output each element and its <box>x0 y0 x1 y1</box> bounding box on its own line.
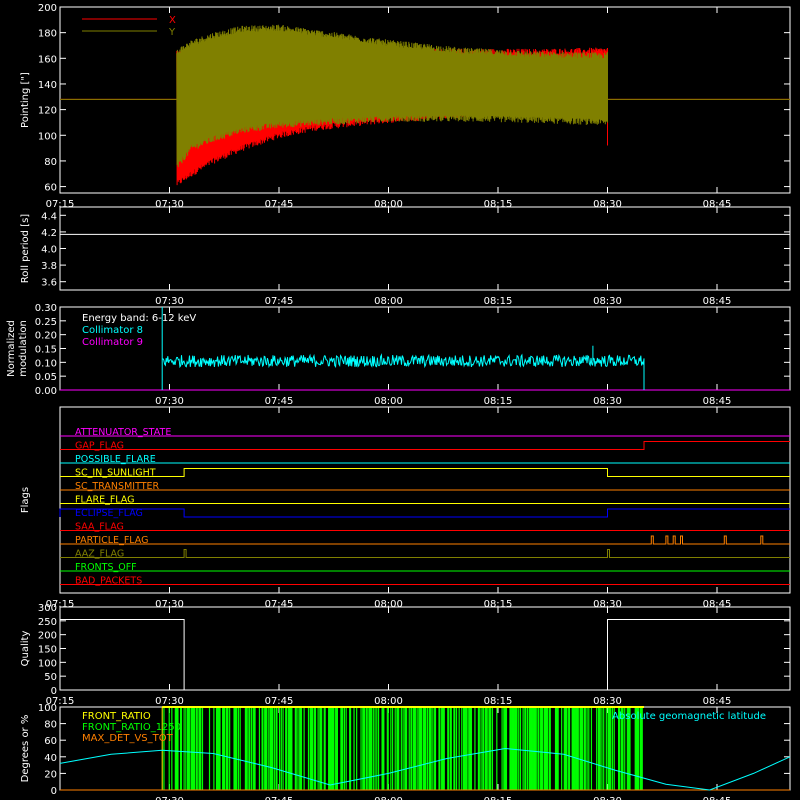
legend-max-det-vs-tot: MAX_DET_VS_TOT <box>82 733 174 744</box>
x-tick-label: 08:00 <box>374 696 403 707</box>
y-tick-label: 4.4 <box>41 211 57 222</box>
y-tick-label: 150 <box>38 645 57 656</box>
observation-summary-figure: 07:15 07:30 07:45 08:00 08:15 08:30 08:45Point… <box>0 0 800 800</box>
legend-collimator-8: Collimator 8 <box>82 325 143 336</box>
x-tick-label: 08:30 <box>593 396 622 407</box>
x-tick-label: 08:15 <box>484 296 513 307</box>
y-axis-label: Pointing ["] <box>20 72 31 128</box>
y-tick-label: 3.8 <box>41 261 57 272</box>
y-axis-label: Quality <box>20 631 31 667</box>
y-tick-label: 60 <box>44 736 57 747</box>
y-tick-label: 40 <box>44 753 57 764</box>
y-tick-label: 160 <box>38 54 57 65</box>
legend-front-ratio-1250: FRONT_RATIO_1250 <box>82 722 181 733</box>
y-tick-label: 50 <box>44 672 57 683</box>
x-tick-label: 07:30 <box>155 796 184 800</box>
x-tick-label: 08:30 <box>593 296 622 307</box>
y-tick-label: 80 <box>44 157 57 168</box>
y-tick-label: 0.05 <box>35 372 57 383</box>
y-axis-label: Roll period [s] <box>20 214 31 283</box>
y-tick-label: 100 <box>38 131 57 142</box>
legend-geomagnetic-latitude: Absolute geomagnetic latitude <box>612 711 766 722</box>
y-tick-label: 60 <box>44 183 57 194</box>
x-tick-label: 08:45 <box>703 696 732 707</box>
y-tick-label: 0.10 <box>35 358 57 369</box>
x-tick-label: 08:15 <box>484 696 513 707</box>
x-tick-label: 08:15 <box>484 396 513 407</box>
y-tick-label: 0 <box>51 786 57 797</box>
x-tick-label: 08:45 <box>703 396 732 407</box>
x-tick-label: 08:45 <box>703 296 732 307</box>
energy-band-annotation: Energy band: 6-12 keV <box>82 313 196 324</box>
y-tick-label: 0.00 <box>35 386 57 397</box>
x-tick-label: 08:45 <box>703 796 732 800</box>
legend-collimator-9: Collimator 9 <box>82 337 143 348</box>
y-tick-label: 100 <box>38 703 57 714</box>
x-tick-label: 07:30 <box>155 296 184 307</box>
y-tick-label: 4.0 <box>41 245 57 256</box>
x-tick-label: 08:00 <box>374 396 403 407</box>
x-tick-label: 07:45 <box>265 296 294 307</box>
legend-label-x: X <box>169 15 176 26</box>
x-tick-label: 07:45 <box>265 396 294 407</box>
y-tick-label: 200 <box>38 3 57 14</box>
x-tick-label: 08:00 <box>374 296 403 307</box>
y-tick-label: 0.25 <box>35 317 57 328</box>
y-tick-label: 20 <box>44 769 57 780</box>
y-tick-label: 0.20 <box>35 331 57 342</box>
y-tick-label: 300 <box>38 603 57 614</box>
y-tick-label: 200 <box>38 631 57 642</box>
x-tick-label: 08:15 <box>484 796 513 800</box>
legend-label-y: Y <box>168 27 176 38</box>
y-tick-label: 0.15 <box>35 345 57 356</box>
y-axis-label: modulation <box>18 320 29 377</box>
y-tick-label: 3.6 <box>41 278 57 289</box>
y-tick-label: 100 <box>38 658 57 669</box>
x-tick-label: 07:30 <box>155 696 184 707</box>
y-tick-label: 120 <box>38 106 57 117</box>
y-tick-label: 80 <box>44 720 57 731</box>
flag-label-eclipse-flag: ECLIPSE_FLAG <box>75 508 143 519</box>
x-tick-label: 07:45 <box>265 696 294 707</box>
x-tick-label: 08:30 <box>593 696 622 707</box>
y-tick-label: 180 <box>38 29 57 40</box>
x-tick-label: 07:30 <box>155 396 184 407</box>
x-tick-label: 07:45 <box>265 796 294 800</box>
y-tick-label: 140 <box>38 80 57 91</box>
legend-front-ratio: FRONT_RATIO <box>82 711 151 722</box>
y-tick-label: 0 <box>51 686 57 697</box>
y-axis-label: Degrees or % <box>20 715 31 783</box>
x-tick-label: 08:00 <box>374 796 403 800</box>
y-axis-label: Normalized <box>6 320 17 377</box>
y-axis-label: Flags <box>20 487 31 513</box>
x-tick-label: 08:30 <box>593 796 622 800</box>
y-tick-label: 250 <box>38 617 57 628</box>
y-tick-label: 0.30 <box>35 303 57 314</box>
y-tick-label: 4.2 <box>41 228 57 239</box>
